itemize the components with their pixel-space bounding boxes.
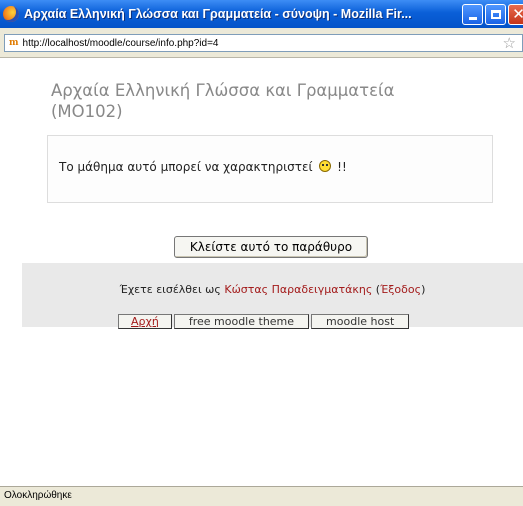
window-title-bar[interactable]: Αρχαία Ελληνική Γλώσσα και Γραμματεία - … — [0, 0, 523, 28]
star-icon[interactable]: ☆ — [503, 36, 516, 51]
summary-suffix: !! — [337, 160, 347, 174]
moodle-host-button[interactable]: moodle host — [311, 314, 410, 329]
status-text: Ολοκληρώθηκε — [4, 490, 72, 501]
close-window-button[interactable]: Κλείστε αυτό το παράθυρο — [174, 236, 368, 258]
footer-links: Αρχή free moodle theme moodle host — [118, 314, 410, 329]
minimize-icon — [468, 16, 477, 20]
url-field[interactable]: m http://localhost/moodle/course/info.ph… — [4, 34, 523, 52]
maximize-icon — [490, 9, 501, 19]
free-moodle-theme-button[interactable]: free moodle theme — [173, 314, 310, 329]
home-button[interactable]: Αρχή — [118, 314, 172, 329]
smiley-icon — [319, 160, 332, 172]
summary-text: Το μάθημα αυτό μπορεί να χαρακτηριστεί — [59, 160, 313, 174]
login-prefix: Έχετε εισέλθει ως — [119, 283, 221, 296]
course-summary: Το μάθημα αυτό μπορεί να χαρακτηριστεί !… — [59, 160, 347, 174]
window-title: Αρχαία Ελληνική Γλώσσα και Γραμματεία - … — [24, 7, 412, 21]
logout-link[interactable]: Έξοδος — [380, 283, 421, 296]
window-controls: ✕ — [462, 3, 523, 25]
page-footer: Έχετε εισέλθει ως Κώστας Παραδειγματάκης… — [22, 263, 523, 329]
firefox-icon — [3, 6, 19, 22]
logout-paren-close: ) — [421, 283, 426, 296]
course-title: Αρχαία Ελληνική Γλώσσα και Γραμματεία (M… — [51, 81, 395, 121]
close-window-x-button[interactable]: ✕ — [508, 3, 523, 25]
page-content: Αρχαία Ελληνική Γλώσσα και Γραμματεία (M… — [0, 58, 523, 486]
moodle-favicon: m — [9, 38, 19, 48]
url-text[interactable]: http://localhost/moodle/course/info.php?… — [23, 38, 503, 49]
course-summary-box: Το μάθημα αυτό μπορεί να χαρακτηριστεί !… — [47, 135, 493, 203]
login-info: Έχετε εισέλθει ως Κώστας Παραδειγματάκης… — [22, 283, 523, 296]
status-bar: Ολοκληρώθηκε — [0, 486, 523, 506]
close-icon: ✕ — [512, 4, 523, 23]
minimize-button[interactable] — [462, 3, 483, 25]
user-profile-link[interactable]: Κώστας Παραδειγματάκης — [224, 283, 372, 296]
address-bar: m http://localhost/moodle/course/info.ph… — [0, 28, 523, 58]
maximize-button[interactable] — [485, 3, 506, 25]
